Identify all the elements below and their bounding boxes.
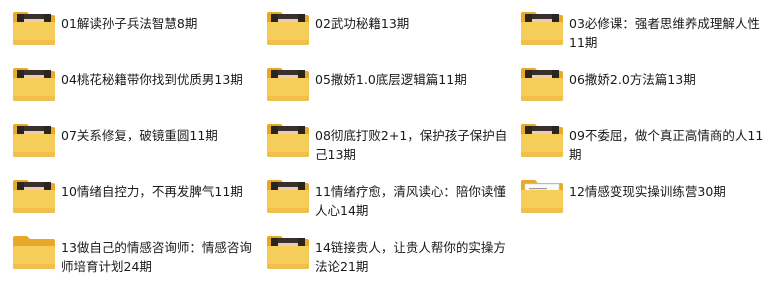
folder-item[interactable]: 12情感变现实操训练营30期	[520, 178, 765, 226]
folder-item[interactable]: 07关系修复，破镜重圆11期	[12, 122, 257, 170]
folder-name: 09不委屈，做个真正高情商的人11期	[569, 128, 764, 162]
folder-item[interactable]: 04桃花秘籍带你找到优质男13期	[12, 66, 257, 114]
folder-item[interactable]: 11情绪疗愈，清风读心：陪你读懂人心14期	[266, 178, 511, 226]
folder-with-portrait-icon	[266, 66, 310, 102]
folder-with-portrait-icon	[266, 122, 310, 158]
folder-item[interactable]: 01解读孙子兵法智慧8期	[12, 10, 257, 58]
folder-with-portrait-icon	[520, 66, 564, 102]
folder-name: 03必修课：强者思维养成理解人性11期	[569, 16, 760, 50]
folder-with-portrait-icon	[520, 122, 564, 158]
folder-with-portrait-icon	[266, 234, 310, 270]
folder-with-portrait-icon	[266, 10, 310, 46]
folder-item[interactable]: 09不委屈，做个真正高情商的人11期	[520, 122, 765, 170]
folder-with-portrait-icon	[266, 178, 310, 214]
folder-name: 11情绪疗愈，清风读心：陪你读懂人心14期	[315, 184, 506, 218]
folder-name: 07关系修复，破镜重圆11期	[61, 128, 218, 143]
folder-with-portrait-icon	[520, 10, 564, 46]
folder-with-portrait-icon	[12, 66, 56, 102]
folder-icon	[12, 234, 56, 270]
folder-item[interactable]: 14链接贵人，让贵人帮你的实操方法论21期	[266, 234, 511, 282]
folder-name: 13做自己的情感咨询师：情感咨询师培育计划24期	[61, 240, 252, 274]
folder-item[interactable]: 05撒娇1.0底层逻辑篇11期	[266, 66, 511, 114]
folder-name: 06撒娇2.0方法篇13期	[569, 72, 696, 87]
file-grid: 01解读孙子兵法智慧8期 02武功秘籍13期 03必修课：强者思维养成理解人性1…	[0, 0, 774, 282]
folder-item[interactable]: 13做自己的情感咨询师：情感咨询师培育计划24期	[12, 234, 257, 282]
folder-with-portrait-icon	[12, 10, 56, 46]
folder-item[interactable]: 03必修课：强者思维养成理解人性11期	[520, 10, 765, 58]
folder-item[interactable]: 10情绪自控力，不再发脾气11期	[12, 178, 257, 226]
folder-item[interactable]: 08彻底打败2+1，保护孩子保护自己13期	[266, 122, 511, 170]
folder-name: 05撒娇1.0底层逻辑篇11期	[315, 72, 467, 87]
folder-name: 14链接贵人，让贵人帮你的实操方法论21期	[315, 240, 506, 274]
folder-with-portrait-icon	[12, 122, 56, 158]
folder-name: 10情绪自控力，不再发脾气11期	[61, 184, 243, 199]
folder-item[interactable]: 02武功秘籍13期	[266, 10, 511, 58]
folder-name: 02武功秘籍13期	[315, 16, 410, 31]
folder-item[interactable]: 06撒娇2.0方法篇13期	[520, 66, 765, 114]
folder-name: 04桃花秘籍带你找到优质男13期	[61, 72, 243, 87]
folder-with-portrait-icon	[12, 178, 56, 214]
folder-name: 12情感变现实操训练营30期	[569, 184, 726, 199]
folder-name: 08彻底打败2+1，保护孩子保护自己13期	[315, 128, 508, 162]
folder-name: 01解读孙子兵法智慧8期	[61, 16, 198, 31]
folder-with-document-icon	[520, 178, 564, 214]
